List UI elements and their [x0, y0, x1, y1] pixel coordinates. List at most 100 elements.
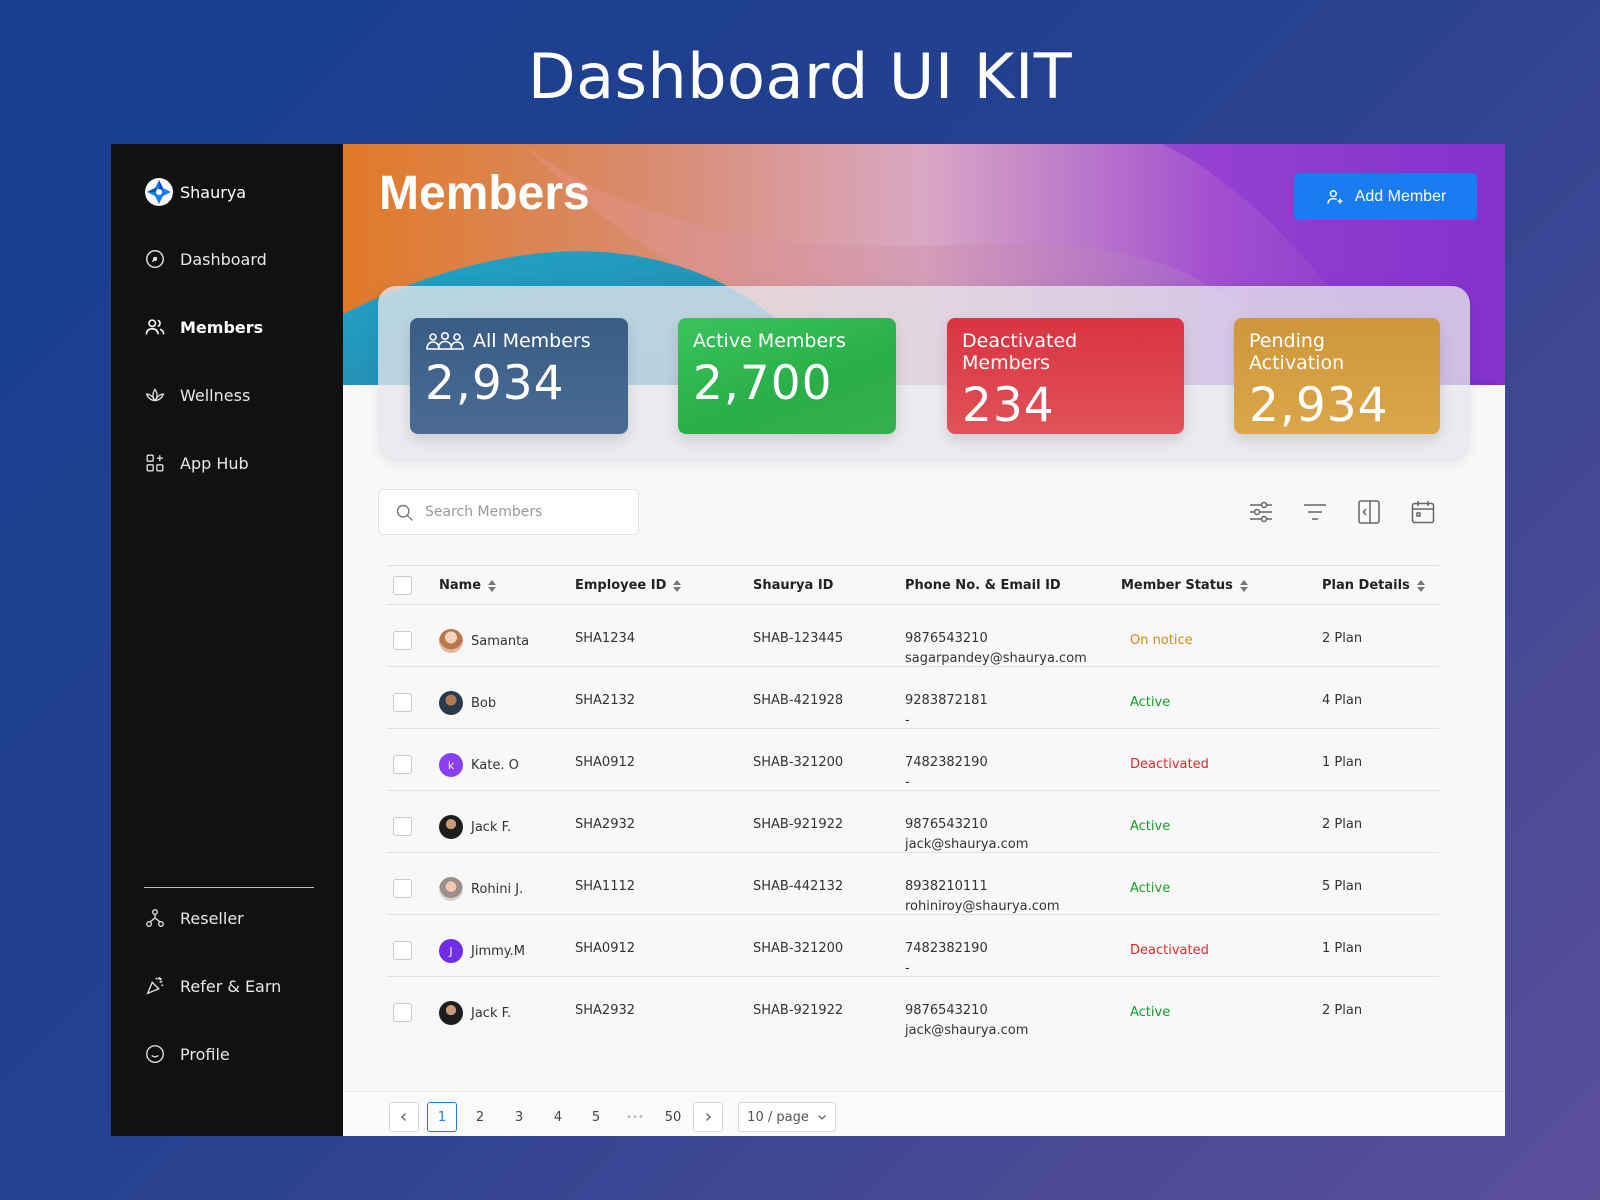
- column-contact[interactable]: Phone No. & Email ID: [905, 578, 1061, 593]
- table-row[interactable]: Jack F. SHA2932 SHAB-921922 9876543210 j…: [387, 791, 1439, 853]
- member-name[interactable]: Jack F.: [471, 820, 511, 835]
- nav-wellness[interactable]: Wellness: [144, 384, 250, 406]
- table-row[interactable]: k Kate. O SHA0912 SHAB-321200 7482382190…: [387, 729, 1439, 791]
- shaurya-id: SHAB-421928: [753, 693, 844, 708]
- row-checkbox[interactable]: [393, 755, 412, 774]
- sort-icon: [1416, 579, 1425, 592]
- plan-details: 2 Plan: [1322, 817, 1363, 832]
- phone: 8938210111: [905, 879, 988, 894]
- select-all-checkbox[interactable]: [393, 576, 412, 595]
- column-member-status[interactable]: Member Status: [1121, 578, 1249, 593]
- table-row[interactable]: Samanta SHA1234 SHAB-123445 9876543210 s…: [387, 605, 1439, 667]
- phone: 9876543210: [905, 817, 988, 832]
- nav-refer-earn[interactable]: Refer & Earn: [144, 975, 281, 997]
- row-checkbox[interactable]: [393, 817, 412, 836]
- search-input[interactable]: [425, 504, 625, 520]
- party-popper-icon: [146, 976, 164, 995]
- contact-cell: 7482382190 -: [905, 753, 988, 793]
- page-1[interactable]: 1: [427, 1102, 457, 1132]
- stats-panel: All Members 2,934 Active Members 2,700 D…: [378, 286, 1470, 462]
- row-checkbox[interactable]: [393, 631, 412, 650]
- member-name[interactable]: Bob: [471, 696, 496, 711]
- member-name[interactable]: Kate. O: [471, 758, 519, 773]
- column-plan-details[interactable]: Plan Details: [1322, 578, 1426, 593]
- adjust-settings-icon[interactable]: [1247, 498, 1275, 526]
- member-name-cell: Jack F.: [439, 1001, 511, 1025]
- lotus-icon: [145, 388, 165, 402]
- nav-app-hub[interactable]: App Hub: [144, 452, 249, 474]
- search-box[interactable]: [378, 489, 639, 535]
- page-size-select[interactable]: 10 / page: [738, 1102, 836, 1132]
- contact-cell: 9876543210 sagarpandey@shaurya.com: [905, 629, 1087, 669]
- column-contact-label: Phone No. & Email ID: [905, 578, 1061, 593]
- avatar[interactable]: [439, 877, 463, 901]
- page-50[interactable]: 50: [658, 1102, 688, 1132]
- table-row[interactable]: Rohini J. SHA1112 SHAB-442132 8938210111…: [387, 853, 1439, 915]
- nav-reseller[interactable]: Reseller: [144, 907, 244, 929]
- page-title: Members: [379, 167, 590, 220]
- phone: 9876543210: [905, 1003, 988, 1018]
- member-name[interactable]: Rohini J.: [471, 882, 523, 897]
- brand[interactable]: Shaurya: [144, 177, 246, 207]
- row-checkbox[interactable]: [393, 879, 412, 898]
- filter-icon[interactable]: [1301, 498, 1329, 526]
- email: jack@shaurya.com: [905, 1023, 1029, 1038]
- shaurya-id: SHAB-123445: [753, 631, 844, 646]
- stat-active-label: Active Members: [693, 330, 846, 352]
- next-page-button[interactable]: [693, 1102, 723, 1132]
- add-member-label: Add Member: [1354, 187, 1447, 205]
- stat-card-deactivated-members[interactable]: Deactivated Members 234: [947, 318, 1184, 434]
- member-name-cell: k Kate. O: [439, 753, 519, 777]
- status-badge: On notice: [1130, 633, 1193, 648]
- avatar[interactable]: [439, 1001, 463, 1025]
- page-5[interactable]: 5: [581, 1102, 611, 1132]
- nav-profile[interactable]: Profile: [144, 1043, 230, 1065]
- avatar[interactable]: k: [439, 753, 463, 777]
- email: jack@shaurya.com: [905, 837, 1029, 852]
- page-ellipsis[interactable]: •••: [620, 1102, 650, 1132]
- nav-members[interactable]: Members: [144, 316, 263, 338]
- add-member-button[interactable]: Add Member: [1294, 173, 1477, 220]
- avatar[interactable]: [439, 629, 463, 653]
- columns-panel-icon[interactable]: [1355, 498, 1383, 526]
- calendar-icon[interactable]: [1409, 498, 1437, 526]
- status-badge: Deactivated: [1130, 943, 1209, 958]
- stat-deactivated-label: Deactivated Members: [962, 330, 1078, 374]
- member-name[interactable]: Jack F.: [471, 1006, 511, 1021]
- table-row[interactable]: Bob SHA2132 SHAB-421928 9283872181 - Act…: [387, 667, 1439, 729]
- member-name-cell: Samanta: [439, 629, 529, 653]
- nav-profile-label: Profile: [180, 1044, 230, 1064]
- avatar[interactable]: J: [439, 939, 463, 963]
- stat-card-pending-activation[interactable]: Pending Activation 2,934: [1234, 318, 1440, 434]
- member-name[interactable]: Jimmy.M: [471, 944, 525, 959]
- prev-page-button[interactable]: [389, 1102, 419, 1132]
- page-3[interactable]: 3: [504, 1102, 534, 1132]
- column-employee-id[interactable]: Employee ID: [575, 578, 682, 593]
- column-name[interactable]: Name: [439, 578, 497, 593]
- stat-card-all-members[interactable]: All Members 2,934: [410, 318, 628, 434]
- employee-id: SHA2132: [575, 693, 636, 708]
- table-row[interactable]: J Jimmy.M SHA0912 SHAB-321200 7482382190…: [387, 915, 1439, 977]
- member-name[interactable]: Samanta: [471, 634, 529, 649]
- stat-active-value: 2,700: [693, 356, 833, 411]
- stat-card-active-members[interactable]: Active Members 2,700: [678, 318, 896, 434]
- avatar[interactable]: [439, 691, 463, 715]
- nav-reseller-label: Reseller: [180, 908, 244, 928]
- row-checkbox[interactable]: [393, 941, 412, 960]
- brand-name: Shaurya: [180, 182, 247, 202]
- column-shaurya-id[interactable]: Shaurya ID: [753, 578, 833, 593]
- page-4[interactable]: 4: [543, 1102, 573, 1132]
- table-row[interactable]: Jack F. SHA2932 SHAB-921922 9876543210 j…: [387, 977, 1439, 1039]
- nav-dashboard-label: Dashboard: [180, 249, 267, 269]
- sort-icon: [673, 579, 682, 592]
- status-badge: Active: [1130, 881, 1171, 896]
- search-icon: [396, 504, 413, 521]
- nav-members-label: Members: [180, 317, 264, 337]
- avatar[interactable]: [439, 815, 463, 839]
- row-checkbox[interactable]: [393, 1003, 412, 1022]
- page-2[interactable]: 2: [465, 1102, 495, 1132]
- shaurya-id: SHAB-921922: [753, 1003, 844, 1018]
- nav-dashboard[interactable]: Dashboard: [144, 248, 267, 270]
- row-checkbox[interactable]: [393, 693, 412, 712]
- sidebar: Shaurya Dashboard Members Wellness App H…: [111, 144, 343, 1136]
